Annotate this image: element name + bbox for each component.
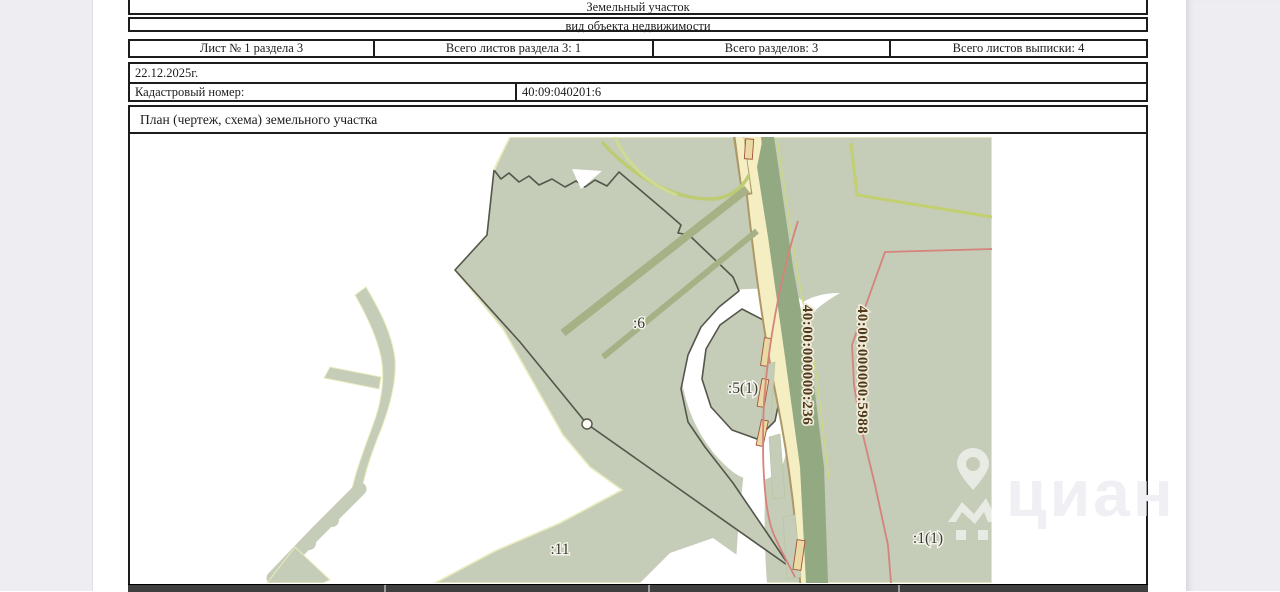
- object-type-subtitle-row: вид объекта недвижимости: [128, 17, 1148, 32]
- sections-total-cell: Всего разделов: 3: [654, 41, 891, 56]
- sheet-number-cell: Лист № 1 раздела 3: [130, 41, 375, 56]
- river-arm: [323, 366, 382, 390]
- extract-date-row: 22.12.2025г.: [128, 62, 1148, 84]
- parcel-label: :5(1): [728, 380, 758, 397]
- shoreline-bump: [325, 513, 339, 527]
- parcel-label: :1(1): [913, 530, 943, 547]
- cadastral-line-label: 40:00:000000:236: [799, 305, 815, 426]
- sheets-in-section-cell: Всего листов раздела 3: 1: [375, 41, 654, 56]
- sheet-info-row: Лист № 1 раздела 3 Всего листов раздела …: [128, 39, 1148, 58]
- shoreline-bump: [302, 536, 316, 550]
- left-page-margin: [0, 0, 93, 591]
- plan-section-title-row: План (чертеж, схема) земельного участка: [128, 105, 1148, 134]
- object-type-title: Земельный участок: [586, 0, 690, 14]
- cadastral-line-label: 40:00:000000:5988: [854, 306, 870, 435]
- object-type-title-row: Земельный участок: [128, 0, 1148, 15]
- object-type-subtitle: вид объекта недвижимости: [565, 19, 711, 33]
- parcel-label: :11: [550, 541, 569, 558]
- parcel-label: :6: [633, 315, 645, 332]
- cadastral-number-label: Кадастровый номер:: [130, 84, 517, 100]
- sheets-total-cell: Всего листов выписки: 4: [952, 41, 1085, 56]
- cadastral-plan-map: :6 :5(1) :11 :1(1) 40:00:000000:236 40:0…: [266, 137, 992, 583]
- page: { "document": { "header": { "title": "Зе…: [0, 0, 1280, 592]
- cadastral-number-value: 40:09:040201:6: [522, 85, 602, 99]
- right-page-margin: [1186, 0, 1280, 591]
- plan-section-title: План (чертеж, схема) земельного участка: [140, 111, 378, 127]
- boundary-point-marker: [581, 418, 593, 430]
- plan-map-container: :6 :5(1) :11 :1(1) 40:00:000000:236 40:0…: [128, 134, 1148, 584]
- extract-date: 22.12.2025г.: [135, 66, 199, 80]
- cadastral-number-row: Кадастровый номер: 40:09:040201:6: [128, 84, 1148, 102]
